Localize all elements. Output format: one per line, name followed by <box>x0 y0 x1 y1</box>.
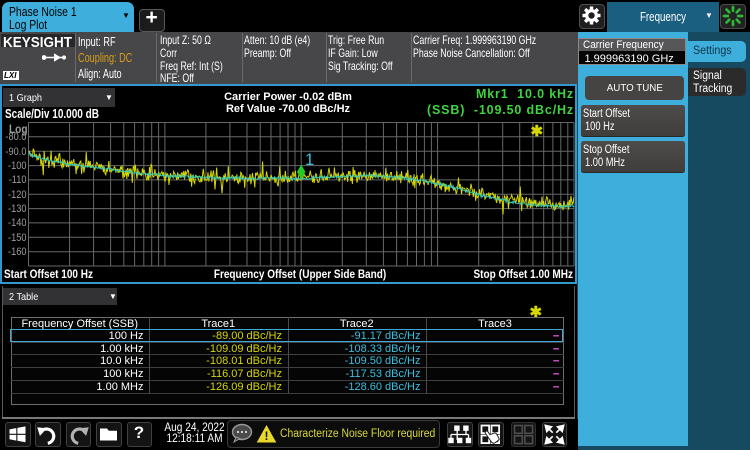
svg-text:!: ! <box>265 429 269 443</box>
